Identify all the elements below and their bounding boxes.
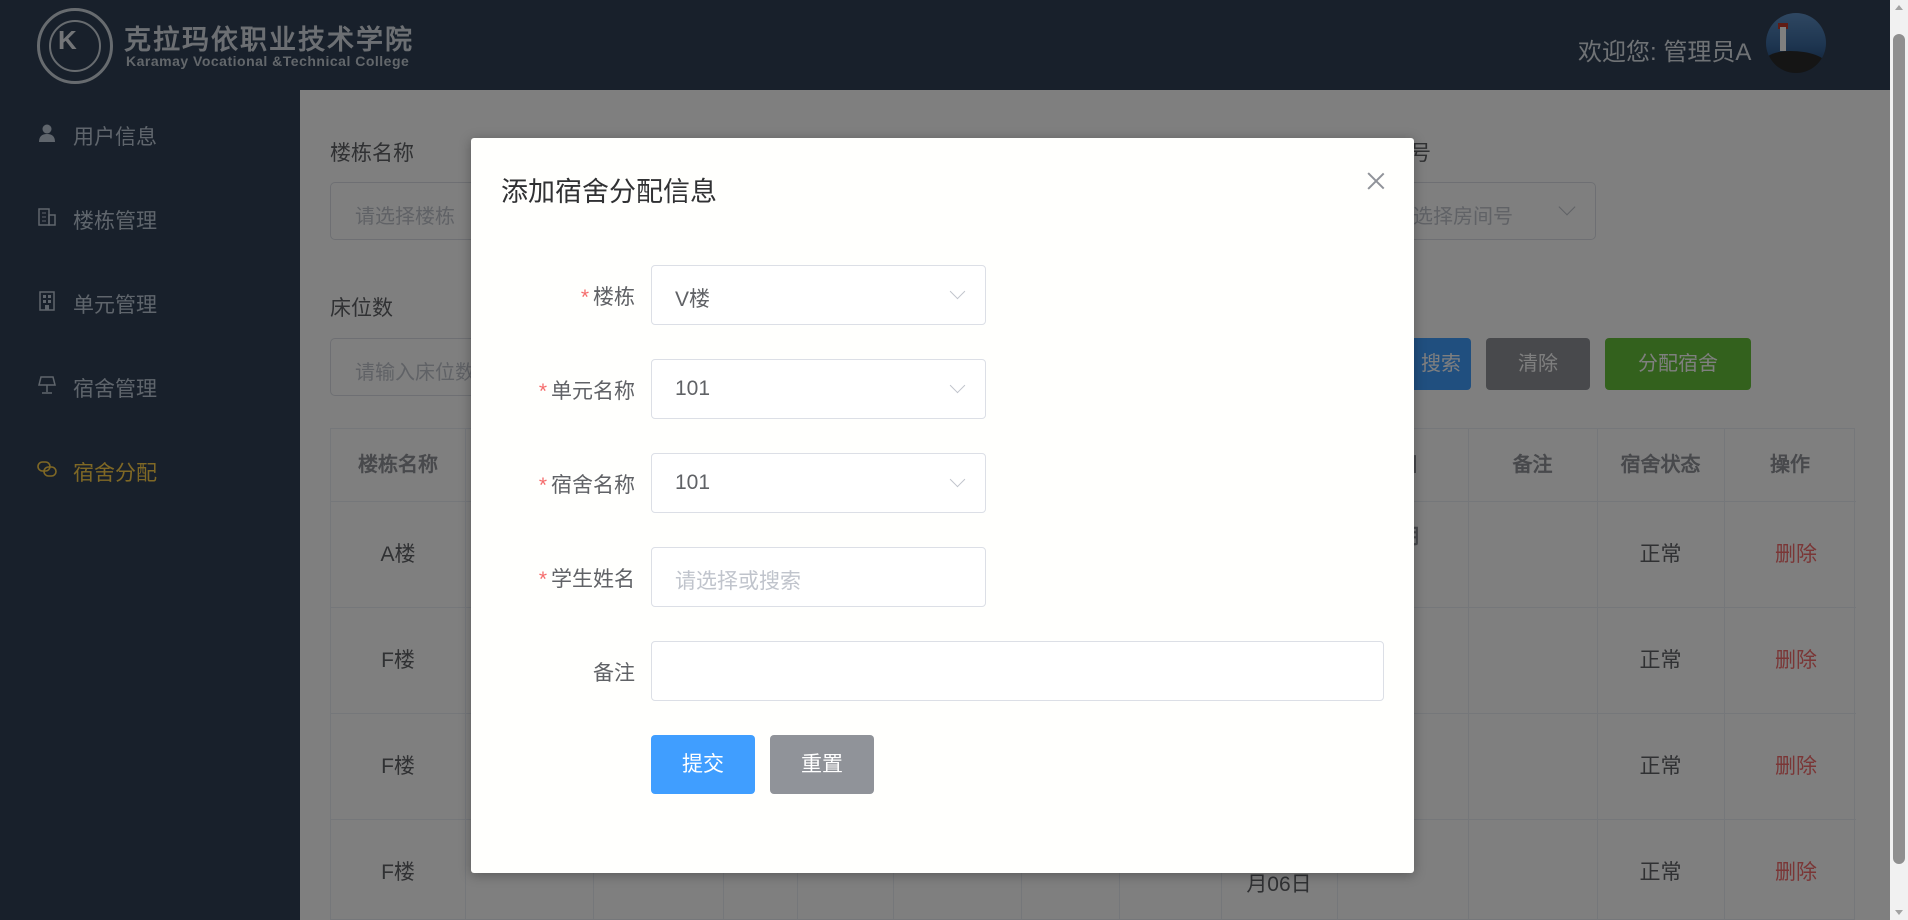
- field-label-student: * 学生姓名: [538, 568, 635, 591]
- field-label-note: 备注: [593, 662, 635, 685]
- field-label-dorm: * 宿舍名称: [538, 474, 635, 497]
- building-select-value: V楼: [675, 288, 711, 311]
- field-label-unit: * 单元名称: [538, 380, 635, 403]
- chevron-down-icon: [949, 283, 966, 300]
- note-input[interactable]: [651, 641, 1384, 701]
- submit-button[interactable]: 提交: [651, 735, 755, 794]
- scrollbar-thumb[interactable]: [1893, 34, 1905, 864]
- unit-select-value: 101: [675, 377, 711, 400]
- reset-button[interactable]: 重置: [770, 735, 874, 794]
- student-select-placeholder: 请选择或搜索: [675, 570, 801, 593]
- chevron-down-icon: [949, 377, 966, 394]
- dorm-select[interactable]: 101: [651, 453, 986, 513]
- chevron-down-icon: [949, 471, 966, 488]
- scroll-down-icon[interactable]: [1895, 910, 1903, 915]
- dialog-title: 添加宿舍分配信息: [501, 177, 717, 207]
- unit-select[interactable]: 101: [651, 359, 986, 419]
- dorm-select-value: 101: [675, 471, 711, 494]
- close-icon[interactable]: [1363, 168, 1389, 194]
- field-label-building: * 楼栋: [580, 286, 635, 309]
- scroll-up-icon[interactable]: [1895, 5, 1903, 10]
- student-select[interactable]: 请选择或搜索: [651, 547, 986, 607]
- building-select[interactable]: V楼: [651, 265, 986, 325]
- page-scrollbar[interactable]: [1890, 0, 1908, 920]
